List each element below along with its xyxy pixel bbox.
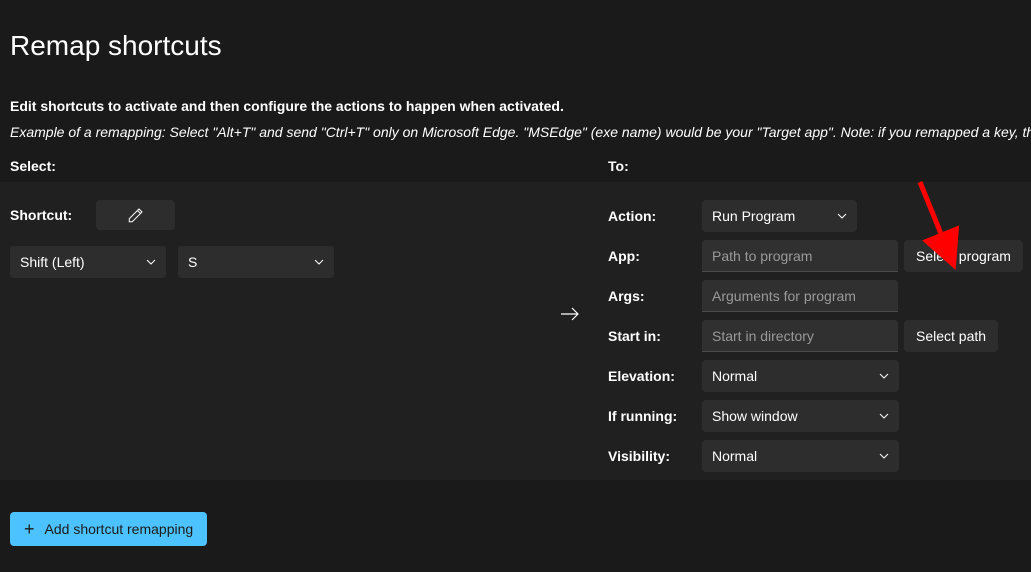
plus-icon: + — [24, 520, 35, 538]
visibility-label: Visibility: — [608, 448, 702, 464]
arrow-column — [540, 182, 600, 326]
select-path-button[interactable]: Select path — [904, 320, 998, 352]
arrow-right-icon — [558, 302, 582, 326]
action-value: Run Program — [712, 208, 795, 224]
pencil-icon — [127, 206, 145, 224]
action-dropdown[interactable]: Run Program — [702, 200, 857, 232]
elevation-label: Elevation: — [608, 368, 702, 384]
ifrunning-label: If running: — [608, 408, 702, 424]
to-header: To: — [608, 158, 629, 174]
mapping-row: Shortcut: Shift (Left) S — [0, 182, 1031, 480]
key2-value: S — [188, 254, 197, 270]
add-button-label: Add shortcut remapping — [45, 521, 194, 537]
page-title: Remap shortcuts — [0, 0, 1031, 62]
args-label: Args: — [608, 288, 702, 304]
add-shortcut-remapping-button[interactable]: + Add shortcut remapping — [10, 512, 207, 546]
source-column: Shortcut: Shift (Left) S — [0, 182, 540, 278]
visibility-dropdown[interactable]: Normal — [702, 440, 899, 472]
example-text: Example of a remapping: Select "Alt+T" a… — [0, 114, 1031, 140]
target-column: Action: Run Program App: Select program … — [600, 182, 1031, 480]
elevation-value: Normal — [712, 368, 757, 384]
startin-input[interactable] — [702, 320, 898, 352]
args-input[interactable] — [702, 280, 898, 312]
key1-dropdown[interactable]: Shift (Left) — [10, 246, 166, 278]
elevation-dropdown[interactable]: Normal — [702, 360, 899, 392]
startin-label: Start in: — [608, 328, 702, 344]
edit-shortcut-button[interactable] — [96, 200, 175, 230]
app-label: App: — [608, 248, 702, 264]
select-header: Select: — [10, 158, 608, 174]
key1-value: Shift (Left) — [20, 254, 85, 270]
key2-dropdown[interactable]: S — [178, 246, 334, 278]
instructions-text: Edit shortcuts to activate and then conf… — [0, 62, 1031, 114]
ifrunning-value: Show window — [712, 408, 798, 424]
select-program-button[interactable]: Select program — [904, 240, 1023, 272]
shortcut-label: Shortcut: — [10, 207, 96, 223]
chevron-down-icon — [879, 451, 889, 461]
chevron-down-icon — [879, 371, 889, 381]
chevron-down-icon — [837, 211, 847, 221]
visibility-value: Normal — [712, 448, 757, 464]
action-label: Action: — [608, 208, 702, 224]
ifrunning-dropdown[interactable]: Show window — [702, 400, 899, 432]
chevron-down-icon — [146, 257, 156, 267]
chevron-down-icon — [879, 411, 889, 421]
app-path-input[interactable] — [702, 240, 898, 272]
chevron-down-icon — [314, 257, 324, 267]
